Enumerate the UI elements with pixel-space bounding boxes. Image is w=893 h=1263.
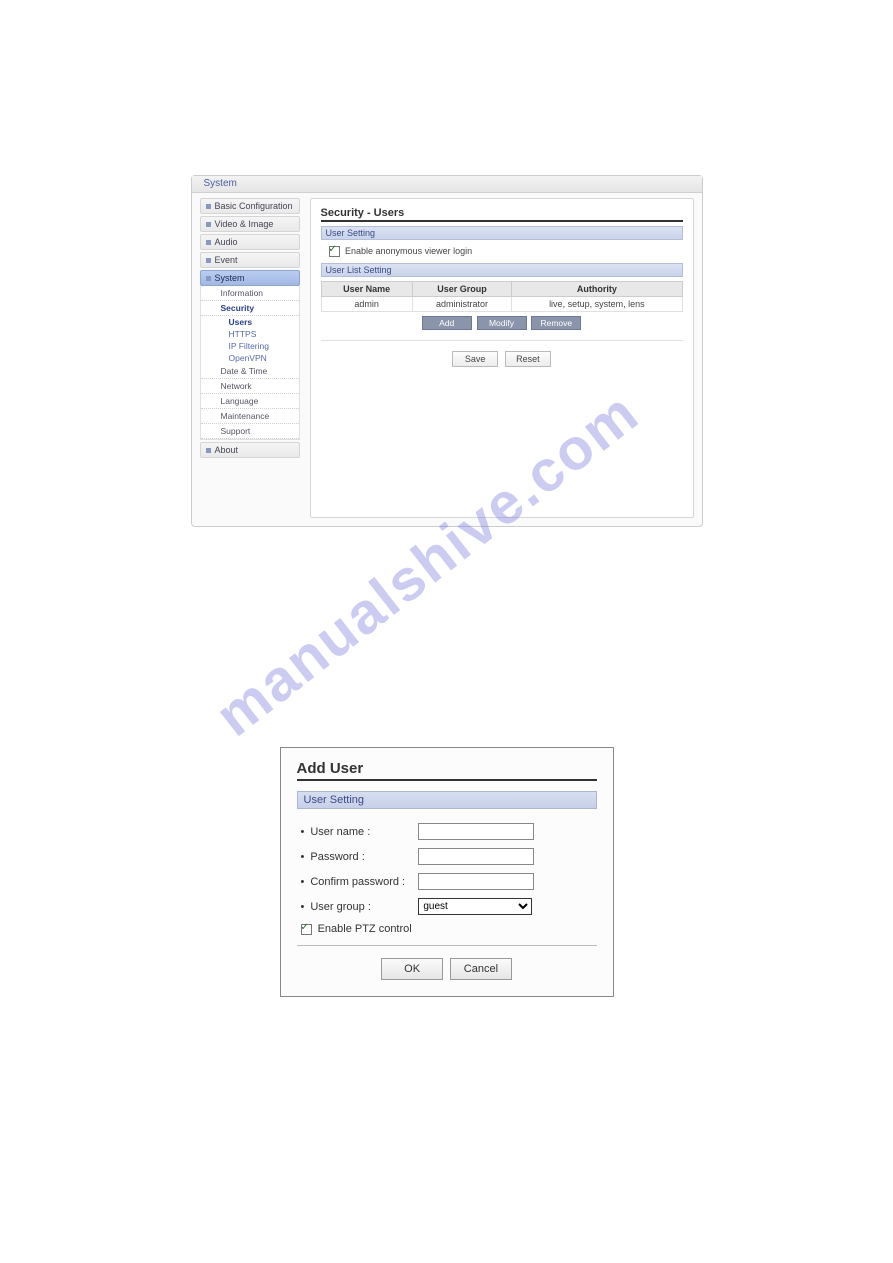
sidebar-sub-https[interactable]: HTTPS xyxy=(201,328,299,340)
cell-authority: live, setup, system, lens xyxy=(512,297,682,312)
cancel-button[interactable]: Cancel xyxy=(450,958,512,980)
dialog-title: Add User xyxy=(297,760,597,781)
sidebar-item-system[interactable]: System xyxy=(200,270,300,286)
window-title: System xyxy=(192,176,702,193)
add-user-dialog: Add User User Setting • User name : • Pa… xyxy=(280,747,614,997)
col-username: User Name xyxy=(321,282,412,297)
sidebar-item-video-image[interactable]: Video & Image xyxy=(200,216,300,232)
bullet-icon: • xyxy=(301,851,305,863)
sidebar-item-about[interactable]: About xyxy=(200,442,300,458)
sidebar-sub-maintenance[interactable]: Maintenance xyxy=(201,409,299,424)
sidebar: Basic Configuration Video & Image Audio … xyxy=(200,198,300,460)
enable-ptz-label: Enable PTZ control xyxy=(318,923,412,935)
content-area: Security - Users User Setting Enable ano… xyxy=(310,198,694,518)
remove-button[interactable]: Remove xyxy=(531,316,581,330)
sidebar-sub-information[interactable]: Information xyxy=(201,286,299,301)
enable-ptz-checkbox[interactable] xyxy=(301,924,312,935)
dialog-section-bar: User Setting xyxy=(297,791,597,809)
col-authority: Authority xyxy=(512,282,682,297)
reset-button[interactable]: Reset xyxy=(505,351,551,367)
sidebar-sub-security[interactable]: Security xyxy=(201,301,299,316)
bullet-icon: • xyxy=(301,901,305,913)
password-label: Password : xyxy=(310,851,418,863)
password-input[interactable] xyxy=(418,848,534,865)
cell-name: admin xyxy=(321,297,412,312)
sidebar-item-audio[interactable]: Audio xyxy=(200,234,300,250)
sidebar-system-submenu: Information Security Users HTTPS IP Filt… xyxy=(200,286,300,440)
sidebar-item-basic-config[interactable]: Basic Configuration xyxy=(200,198,300,214)
sidebar-sub-users[interactable]: Users xyxy=(201,316,299,328)
user-list-table: User Name User Group Authority admin adm… xyxy=(321,281,683,312)
security-users-panel: System Basic Configuration Video & Image… xyxy=(191,175,703,527)
confirm-password-label: Confirm password : xyxy=(310,876,418,888)
sidebar-sub-network[interactable]: Network xyxy=(201,379,299,394)
ok-button[interactable]: OK xyxy=(381,958,443,980)
user-setting-bar: User Setting xyxy=(321,226,683,240)
anonymous-login-label: Enable anonymous viewer login xyxy=(345,246,472,256)
sidebar-sub-openvpn[interactable]: OpenVPN xyxy=(201,352,299,364)
col-usergroup: User Group xyxy=(412,282,511,297)
sidebar-sub-support[interactable]: Support xyxy=(201,424,299,439)
username-input[interactable] xyxy=(418,823,534,840)
sidebar-sub-language[interactable]: Language xyxy=(201,394,299,409)
bullet-icon: • xyxy=(301,876,305,888)
anonymous-login-checkbox[interactable] xyxy=(329,246,340,257)
sidebar-sub-date-time[interactable]: Date & Time xyxy=(201,364,299,379)
bullet-icon: • xyxy=(301,826,305,838)
user-group-select[interactable]: guest xyxy=(418,898,532,915)
sidebar-item-event[interactable]: Event xyxy=(200,252,300,268)
save-button[interactable]: Save xyxy=(452,351,498,367)
table-row[interactable]: admin administrator live, setup, system,… xyxy=(321,297,682,312)
add-button[interactable]: Add xyxy=(422,316,472,330)
page-title: Security - Users xyxy=(321,207,683,222)
user-group-label: User group : xyxy=(310,901,418,913)
username-label: User name : xyxy=(310,826,418,838)
confirm-password-input[interactable] xyxy=(418,873,534,890)
cell-group: administrator xyxy=(412,297,511,312)
sidebar-sub-ip-filtering[interactable]: IP Filtering xyxy=(201,340,299,352)
user-list-setting-bar: User List Setting xyxy=(321,263,683,277)
modify-button[interactable]: Modify xyxy=(477,316,527,330)
